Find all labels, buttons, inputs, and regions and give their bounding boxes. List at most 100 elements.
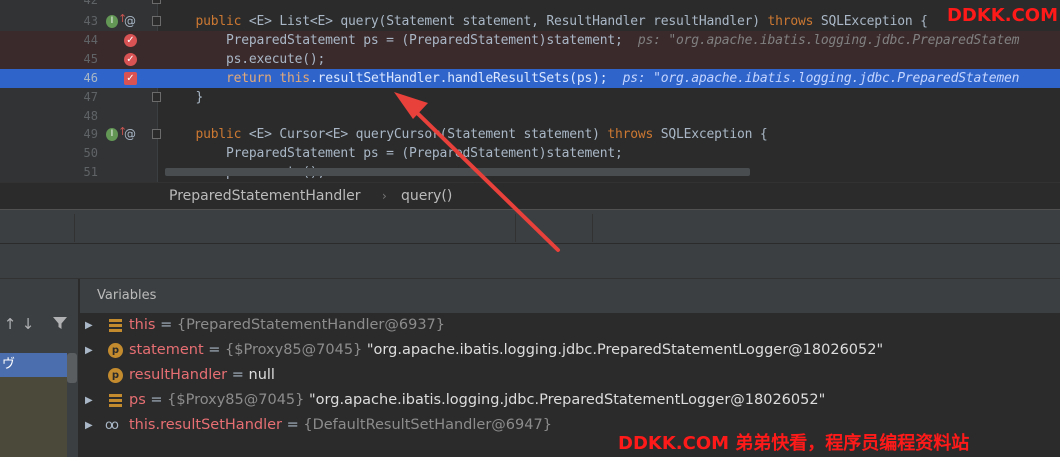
code-line-46-execution-point[interactable]: 46 ✓ return this.resultSetHandler.handle… xyxy=(0,69,1060,88)
fold-marker-icon[interactable] xyxy=(152,16,161,26)
expand-arrow-icon[interactable]: ▶ xyxy=(85,313,95,338)
code-text: public <E> List<E> query(Statement state… xyxy=(165,12,935,31)
parameter-icon: p xyxy=(108,368,123,383)
fold-marker-icon[interactable] xyxy=(152,129,161,139)
code-editor[interactable]: 42 43 I ↑ @ public <E> List<E> query(Sta… xyxy=(0,0,1060,182)
field-icon xyxy=(108,393,123,408)
expand-arrow-icon[interactable]: ▶ xyxy=(85,338,95,363)
variable-name: ps xyxy=(129,392,146,408)
code-keyword: throws xyxy=(607,127,654,142)
code-token: SQLException { xyxy=(813,14,936,29)
line-number: 46 xyxy=(83,71,98,85)
frames-panel[interactable]: ↑ ↓ ヴ xyxy=(0,279,79,457)
frame-item[interactable] xyxy=(0,377,67,457)
code-text: public <E> Cursor<E> queryCursor(Stateme… xyxy=(165,125,768,144)
debug-tab-strip xyxy=(0,244,1060,279)
expand-arrow-icon[interactable]: ▶ xyxy=(85,388,95,413)
code-text: PreparedStatement ps = (PreparedStatemen… xyxy=(165,144,623,163)
implements-icon[interactable]: I xyxy=(106,15,118,28)
line-number: 48 xyxy=(83,109,98,123)
parameter-icon: p xyxy=(108,343,123,358)
code-keyword: public xyxy=(195,14,242,29)
variable-equals: = xyxy=(155,317,177,333)
line-number: 51 xyxy=(83,165,98,179)
variable-value: null xyxy=(248,367,275,383)
breadcrumb-item-class[interactable]: PreparedStatementHandler xyxy=(169,183,360,210)
code-token: } xyxy=(165,90,204,105)
code-text: return this.resultSetHandler.handleResul… xyxy=(165,69,1019,88)
line-number: 42 xyxy=(83,0,98,7)
line-number: 47 xyxy=(83,90,98,104)
variables-title: Variables xyxy=(97,288,157,303)
variable-type: {$Proxy85@7045} xyxy=(167,392,305,408)
divider xyxy=(74,214,75,242)
variable-type: {DefaultResultSetHandler@6947} xyxy=(303,417,552,433)
filter-icon[interactable] xyxy=(51,315,69,333)
arrow-down-icon[interactable]: ↓ xyxy=(19,315,37,333)
line-number: 44 xyxy=(83,33,98,47)
variable-equals: = xyxy=(145,392,168,408)
frames-scrollbar[interactable] xyxy=(67,353,77,383)
inline-debug-value: ps: "org.apache.ibatis.logging.jdbc.Prep… xyxy=(622,71,1020,86)
code-token: PreparedStatement ps = (PreparedStatemen… xyxy=(165,146,623,161)
variable-name: this xyxy=(129,317,156,333)
variable-row-statement[interactable]: ▶ p statement = {$Proxy85@7045} "org.apa… xyxy=(80,338,1060,363)
breakpoint-check-icon[interactable]: ✓ xyxy=(124,53,137,66)
line-number: 45 xyxy=(83,52,98,66)
line-number: 49 xyxy=(83,127,98,141)
code-line-42[interactable]: 42 xyxy=(0,0,1060,10)
line-number: 43 xyxy=(83,14,98,28)
code-keyword: public xyxy=(195,127,242,142)
annotation-icon[interactable]: @ xyxy=(124,13,136,29)
variable-equals: = xyxy=(203,342,226,358)
code-text: PreparedStatement ps = (PreparedStatemen… xyxy=(165,31,1019,50)
code-keyword: this xyxy=(279,71,310,86)
code-text: ps.execute(); xyxy=(165,50,325,69)
variable-name: statement xyxy=(129,342,204,358)
fold-marker-icon[interactable] xyxy=(152,92,161,102)
variable-row-resulthandler[interactable]: p resultHandler = null xyxy=(80,363,1060,388)
breadcrumb-item-method[interactable]: query() xyxy=(401,183,452,210)
code-token: PreparedStatement ps = (PreparedStatemen… xyxy=(165,33,638,48)
code-text: } xyxy=(165,88,204,107)
divider xyxy=(515,214,516,242)
code-token: <E> List<E> query(Statement statement, R… xyxy=(241,14,768,29)
horizontal-scrollbar[interactable] xyxy=(165,168,750,176)
breakpoint-current-icon[interactable]: ✓ xyxy=(124,72,137,85)
inline-debug-value: ps: "org.apache.ibatis.logging.jdbc.Prep… xyxy=(637,33,1020,48)
debug-tool-strip xyxy=(0,209,1060,244)
field-icon xyxy=(108,318,123,333)
code-token: <E> Cursor<E> queryCursor(Statement stat… xyxy=(241,127,608,142)
implements-icon[interactable]: I xyxy=(106,128,118,141)
frame-item-selected[interactable]: ヴ xyxy=(0,353,67,377)
divider xyxy=(592,214,593,242)
code-line-43[interactable]: 43 I ↑ @ public <E> List<E> query(Statem… xyxy=(0,12,1060,31)
expand-arrow-icon[interactable]: ▶ xyxy=(85,413,95,438)
code-line-44[interactable]: 44 ✓ PreparedStatement ps = (PreparedSta… xyxy=(0,31,1060,50)
fold-marker-icon[interactable] xyxy=(152,0,161,4)
variable-row-this[interactable]: ▶ this = {PreparedStatementHandler@6937} xyxy=(80,313,1060,338)
code-token: .resultSetHandler.handleResultSets(ps); xyxy=(309,71,623,86)
code-token: SQLException { xyxy=(653,127,768,142)
code-line-48[interactable]: 48 xyxy=(0,107,1060,126)
code-line-47[interactable]: 47 } xyxy=(0,88,1060,107)
variable-equals: = xyxy=(282,417,304,433)
variable-row-ps[interactable]: ▶ ps = {$Proxy85@7045} "org.apache.ibati… xyxy=(80,388,1060,413)
code-line-50[interactable]: 50 PreparedStatement ps = (PreparedState… xyxy=(0,144,1060,163)
annotation-icon[interactable]: @ xyxy=(124,126,136,142)
variable-value: "org.apache.ibatis.logging.jdbc.Prepared… xyxy=(362,342,884,358)
variables-header: Variables xyxy=(80,279,1060,313)
breakpoint-check-icon[interactable]: ✓ xyxy=(124,34,137,47)
variable-equals: = xyxy=(227,367,249,383)
code-line-45[interactable]: 45 ✓ ps.execute(); xyxy=(0,50,1060,69)
variable-type: {PreparedStatementHandler@6937} xyxy=(176,317,446,333)
code-line-49[interactable]: 49 I ↑ @ public <E> Cursor<E> queryCurso… xyxy=(0,125,1060,144)
breadcrumb: PreparedStatementHandler › query() xyxy=(0,182,1060,209)
watch-glasses-icon: oo xyxy=(105,418,119,433)
variable-type: {$Proxy85@7045} xyxy=(225,342,363,358)
arrow-up-icon[interactable]: ↑ xyxy=(1,315,19,333)
line-number: 50 xyxy=(83,146,98,160)
